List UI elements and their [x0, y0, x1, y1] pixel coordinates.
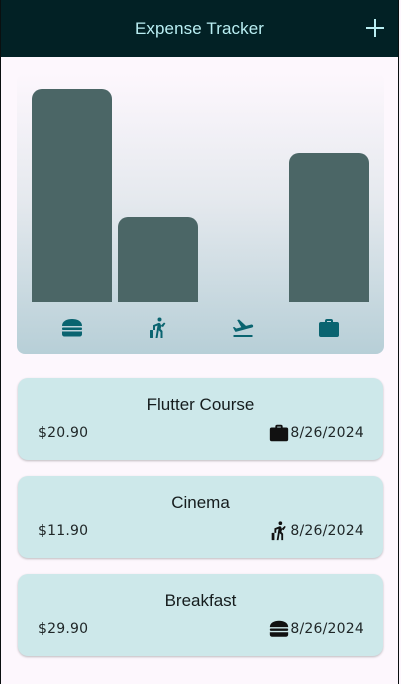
expense-amount: $20.90 [38, 425, 89, 441]
briefcase-icon [319, 319, 340, 337]
expense-date: 8/26/2024 [290, 523, 364, 539]
chart-bar-food [31, 89, 112, 302]
expense-amount: $29.90 [38, 621, 89, 637]
expense-title: Flutter Course [146, 395, 255, 414]
expense-title: Breakfast [164, 591, 237, 610]
app-frame: Expense Tracker Flutter Course $20.90 8/… [0, 0, 399, 684]
expense-amount: $11.90 [38, 523, 89, 539]
expense-date: 8/26/2024 [290, 425, 364, 441]
hamburger-icon [61, 319, 82, 337]
plus-icon [366, 19, 384, 37]
chart-bar-leisure [117, 217, 198, 302]
leisure-person-icon [271, 521, 286, 541]
briefcase-icon [269, 424, 289, 442]
expense-title: Cinema [171, 493, 230, 512]
expense-chart [17, 73, 384, 354]
add-expense-button[interactable] [361, 14, 389, 42]
leisure-person-icon [149, 317, 166, 338]
chart-bar-work [289, 153, 370, 302]
expense-date: 8/26/2024 [290, 621, 364, 637]
expense-card[interactable]: Flutter Course $20.90 8/26/2024 [18, 378, 383, 460]
app-title: Expense Tracker [134, 19, 265, 38]
hamburger-icon [269, 620, 289, 637]
expense-card[interactable]: Breakfast $29.90 8/26/2024 [18, 574, 383, 656]
flight-takeoff-icon [233, 319, 254, 337]
app-bar: Expense Tracker [1, 0, 398, 57]
expense-card[interactable]: Cinema $11.90 8/26/2024 [18, 476, 383, 558]
